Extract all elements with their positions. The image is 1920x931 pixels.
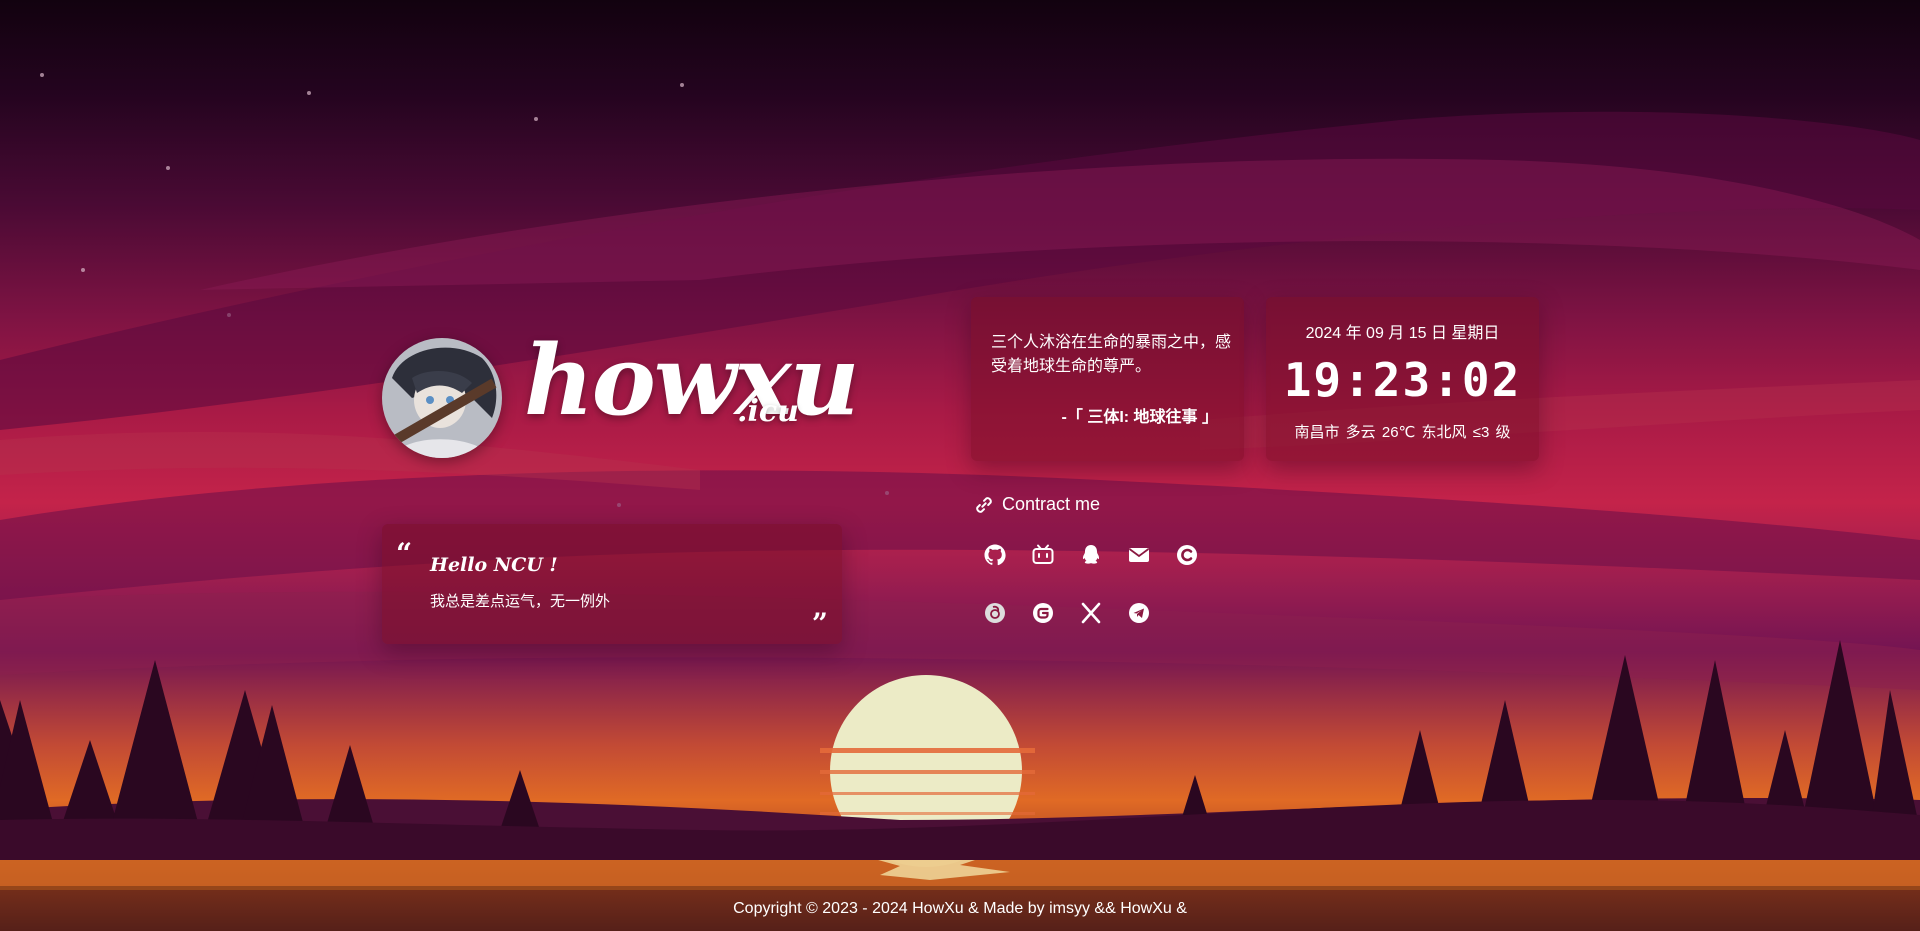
netease-music-icon[interactable]: [980, 598, 1010, 628]
sunset-landscape-illustration: [0, 73, 1920, 890]
quote-close-icon: ”: [811, 607, 828, 640]
csdn-icon[interactable]: [1172, 540, 1202, 570]
contact-heading: Contract me: [974, 494, 1100, 515]
site-logo[interactable]: howxu: [524, 326, 859, 436]
anime-character-avatar-image: [382, 338, 502, 458]
poem-text: 三个人沐浴在生命的暴雨之中，感受着地球生命的尊严。: [991, 334, 1232, 375]
mail-icon[interactable]: [1124, 540, 1154, 570]
contact-label: Contract me: [1002, 494, 1101, 514]
clock-card: 2024 年 09 月 15 日 星期日 19:23:02 南昌市 多云 26℃…: [1266, 297, 1539, 461]
qq-icon[interactable]: [1076, 540, 1106, 570]
footer: Copyright © 2023 - 2024 HowXu & Made by …: [0, 886, 1920, 931]
x-icon[interactable]: [1076, 598, 1106, 628]
clock-weather: 南昌市 多云 26℃ 东北风 ≤3 级: [1294, 424, 1511, 441]
clock-time: 19:23:02: [1283, 353, 1522, 407]
footer-text: Copyright © 2023 - 2024 HowXu & Made by …: [733, 900, 1187, 917]
gitee-icon[interactable]: [1028, 598, 1058, 628]
hello-title: Hello NCU !: [430, 554, 558, 576]
poem-card[interactable]: 三个人沐浴在生命的暴雨之中，感受着地球生命的尊严。 -「 三体I: 地球往事 」: [971, 297, 1244, 461]
hello-card[interactable]: “ Hello NCU ! 我总是差点运气，无一例外 ”: [382, 524, 842, 644]
telegram-icon[interactable]: [1124, 598, 1154, 628]
avatar[interactable]: [382, 338, 502, 458]
quote-open-icon: “: [396, 537, 413, 570]
github-icon[interactable]: [980, 540, 1010, 570]
hello-text: 我总是差点运气，无一例外: [430, 593, 611, 610]
link-icon: [976, 496, 992, 513]
site-logo-suffix: .icu: [737, 394, 799, 429]
bilibili-icon[interactable]: [1028, 540, 1058, 570]
poem-source: -「 三体I: 地球往事 」: [1061, 409, 1218, 426]
background-scene: [0, 0, 1920, 931]
clock-date: 2024 年 09 月 15 日 星期日: [1305, 325, 1500, 342]
